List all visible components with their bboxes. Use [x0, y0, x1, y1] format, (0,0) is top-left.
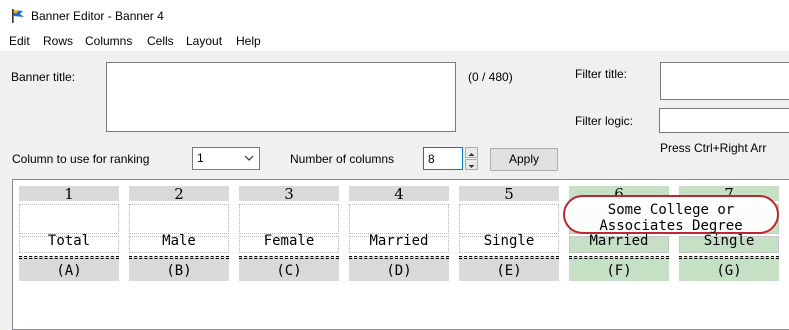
- banner-column-2[interactable]: 2 Male (B): [129, 186, 229, 281]
- column-letter: (A): [56, 263, 82, 279]
- filter-logic-label: Filter logic:: [575, 114, 634, 128]
- ranking-select[interactable]: 1: [192, 147, 260, 170]
- column-number: 1: [19, 186, 119, 202]
- spanning-header-line-1: Some College or: [607, 202, 735, 218]
- column-number: 3: [239, 186, 339, 202]
- column-letter: (C): [276, 263, 302, 279]
- column-cell[interactable]: [349, 204, 449, 234]
- column-divider: [349, 256, 449, 259]
- spin-up-button[interactable]: [465, 147, 478, 158]
- column-letter: (G): [716, 263, 742, 279]
- arrow-down-icon: [468, 165, 475, 168]
- menu-cells[interactable]: Cells: [147, 34, 174, 48]
- window-title: Banner Editor - Banner 4: [31, 9, 164, 23]
- column-number: 4: [349, 186, 449, 202]
- column-label: Married: [589, 233, 649, 249]
- ranking-label: Column to use for ranking: [12, 152, 150, 166]
- banner-column-3[interactable]: 3 Female (C): [239, 186, 339, 281]
- column-number: 5: [459, 186, 559, 202]
- column-label: Married: [369, 233, 429, 249]
- column-divider: [129, 256, 229, 259]
- apply-button[interactable]: Apply: [490, 148, 558, 171]
- spanning-header-text: Some College or Associates Degree: [565, 202, 777, 234]
- banner-column-1[interactable]: 1 Total (A): [19, 186, 119, 281]
- banner-title-counter: (0 / 480): [468, 70, 513, 84]
- arrow-up-icon: [468, 153, 475, 156]
- filter-title-label: Filter title:: [575, 67, 628, 81]
- menu-rows[interactable]: Rows: [43, 34, 73, 48]
- spin-down-button[interactable]: [465, 159, 478, 170]
- num-columns-label: Number of columns: [290, 152, 395, 166]
- column-cell[interactable]: [19, 204, 119, 234]
- column-letter: (E): [496, 263, 522, 279]
- menu-layout[interactable]: Layout: [186, 34, 222, 48]
- spinner-buttons: [465, 147, 478, 170]
- column-divider: [679, 256, 779, 259]
- column-letter: (B): [166, 263, 192, 279]
- banner-flag-icon: [12, 9, 24, 23]
- filter-logic-hint: Press Ctrl+Right Arr: [660, 141, 767, 155]
- num-columns-spinner[interactable]: 8: [423, 147, 479, 170]
- column-divider: [19, 256, 119, 259]
- column-cell[interactable]: [239, 204, 339, 234]
- column-label: Male: [162, 233, 196, 249]
- menu-bar: Edit Rows Columns Cells Layout Help: [0, 31, 789, 51]
- banner-title-input[interactable]: [106, 62, 456, 132]
- column-divider: [459, 256, 559, 259]
- num-columns-input[interactable]: 8: [423, 147, 463, 170]
- column-letter: (D): [386, 263, 412, 279]
- chevron-down-icon: [244, 155, 254, 161]
- menu-columns[interactable]: Columns: [85, 34, 132, 48]
- column-cell[interactable]: [459, 204, 559, 234]
- column-letter: (F): [606, 263, 632, 279]
- ranking-value: 1: [197, 151, 204, 165]
- num-columns-value: 8: [428, 152, 435, 166]
- column-cell[interactable]: [129, 204, 229, 234]
- column-divider: [569, 256, 669, 259]
- banner-title-label: Banner title:: [11, 70, 76, 84]
- title-bar: Banner Editor - Banner 4: [0, 0, 789, 31]
- menu-help[interactable]: Help: [236, 34, 261, 48]
- banner-column-4[interactable]: 4 Married (D): [349, 186, 449, 281]
- filter-title-input[interactable]: [660, 62, 789, 100]
- spanning-header-line-2: Associates Degree: [599, 218, 743, 234]
- column-divider: [239, 256, 339, 259]
- filter-logic-input[interactable]: [659, 108, 789, 133]
- column-number: 2: [129, 186, 229, 202]
- banner-column-5[interactable]: 5 Single (E): [459, 186, 559, 281]
- menu-edit[interactable]: Edit: [9, 34, 30, 48]
- column-label: Single: [703, 233, 755, 249]
- column-label: Female: [263, 233, 315, 249]
- column-label: Total: [47, 233, 91, 249]
- column-label: Single: [483, 233, 535, 249]
